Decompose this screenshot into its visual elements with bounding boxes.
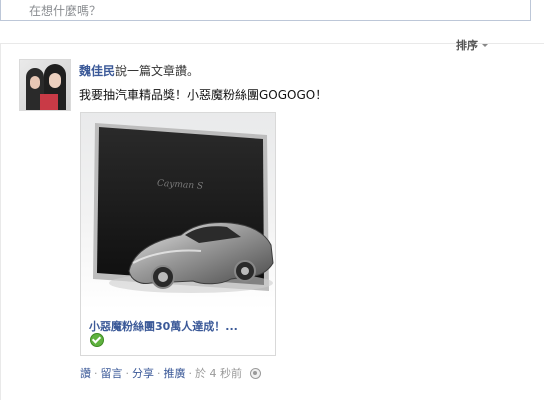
share-link[interactable]: 分享 xyxy=(132,365,154,381)
story-header: 魏佳民說一篇文章讚。 xyxy=(79,62,199,79)
link-attachment[interactable]: Cayman S 小惡魔粉絲團30萬人達成！... xyxy=(80,112,276,356)
verified-check-icon xyxy=(90,333,104,347)
recommend-link[interactable]: 推廣 xyxy=(164,365,186,381)
timestamp[interactable]: 於 4 秒前 xyxy=(195,365,242,381)
feed-left-border xyxy=(0,44,1,400)
globe-icon xyxy=(250,367,261,379)
separator-dot: · xyxy=(94,366,98,380)
separator-dot: · xyxy=(125,366,130,380)
separator-dot: · xyxy=(188,366,193,380)
attachment-title-link[interactable]: 小惡魔粉絲團30萬人達成！... xyxy=(89,318,269,334)
story-message: 我要抽汽車精品獎！小惡魔粉絲團GOGOGO！ xyxy=(79,88,328,102)
attachment-photo[interactable]: Cayman S xyxy=(81,113,275,309)
comment-link[interactable]: 留言 xyxy=(101,365,123,381)
status-composer[interactable]: 在想什麼嗎？ xyxy=(0,0,531,21)
story-verb: 說一篇文章讚。 xyxy=(115,64,200,78)
like-link[interactable]: 讚 xyxy=(80,365,91,381)
sort-button[interactable]: 排序 xyxy=(456,37,488,53)
story-actions: 讚 · 留言 · 分享 · 推廣 · 於 4 秒前 xyxy=(80,365,261,381)
composer-placeholder: 在想什麼嗎？ xyxy=(29,4,102,18)
avatar[interactable] xyxy=(19,59,71,111)
separator-dot: · xyxy=(157,366,161,380)
caret-down-icon xyxy=(482,43,488,47)
sort-label: 排序 xyxy=(456,39,478,52)
actor-name-link[interactable]: 魏佳民 xyxy=(79,64,115,78)
